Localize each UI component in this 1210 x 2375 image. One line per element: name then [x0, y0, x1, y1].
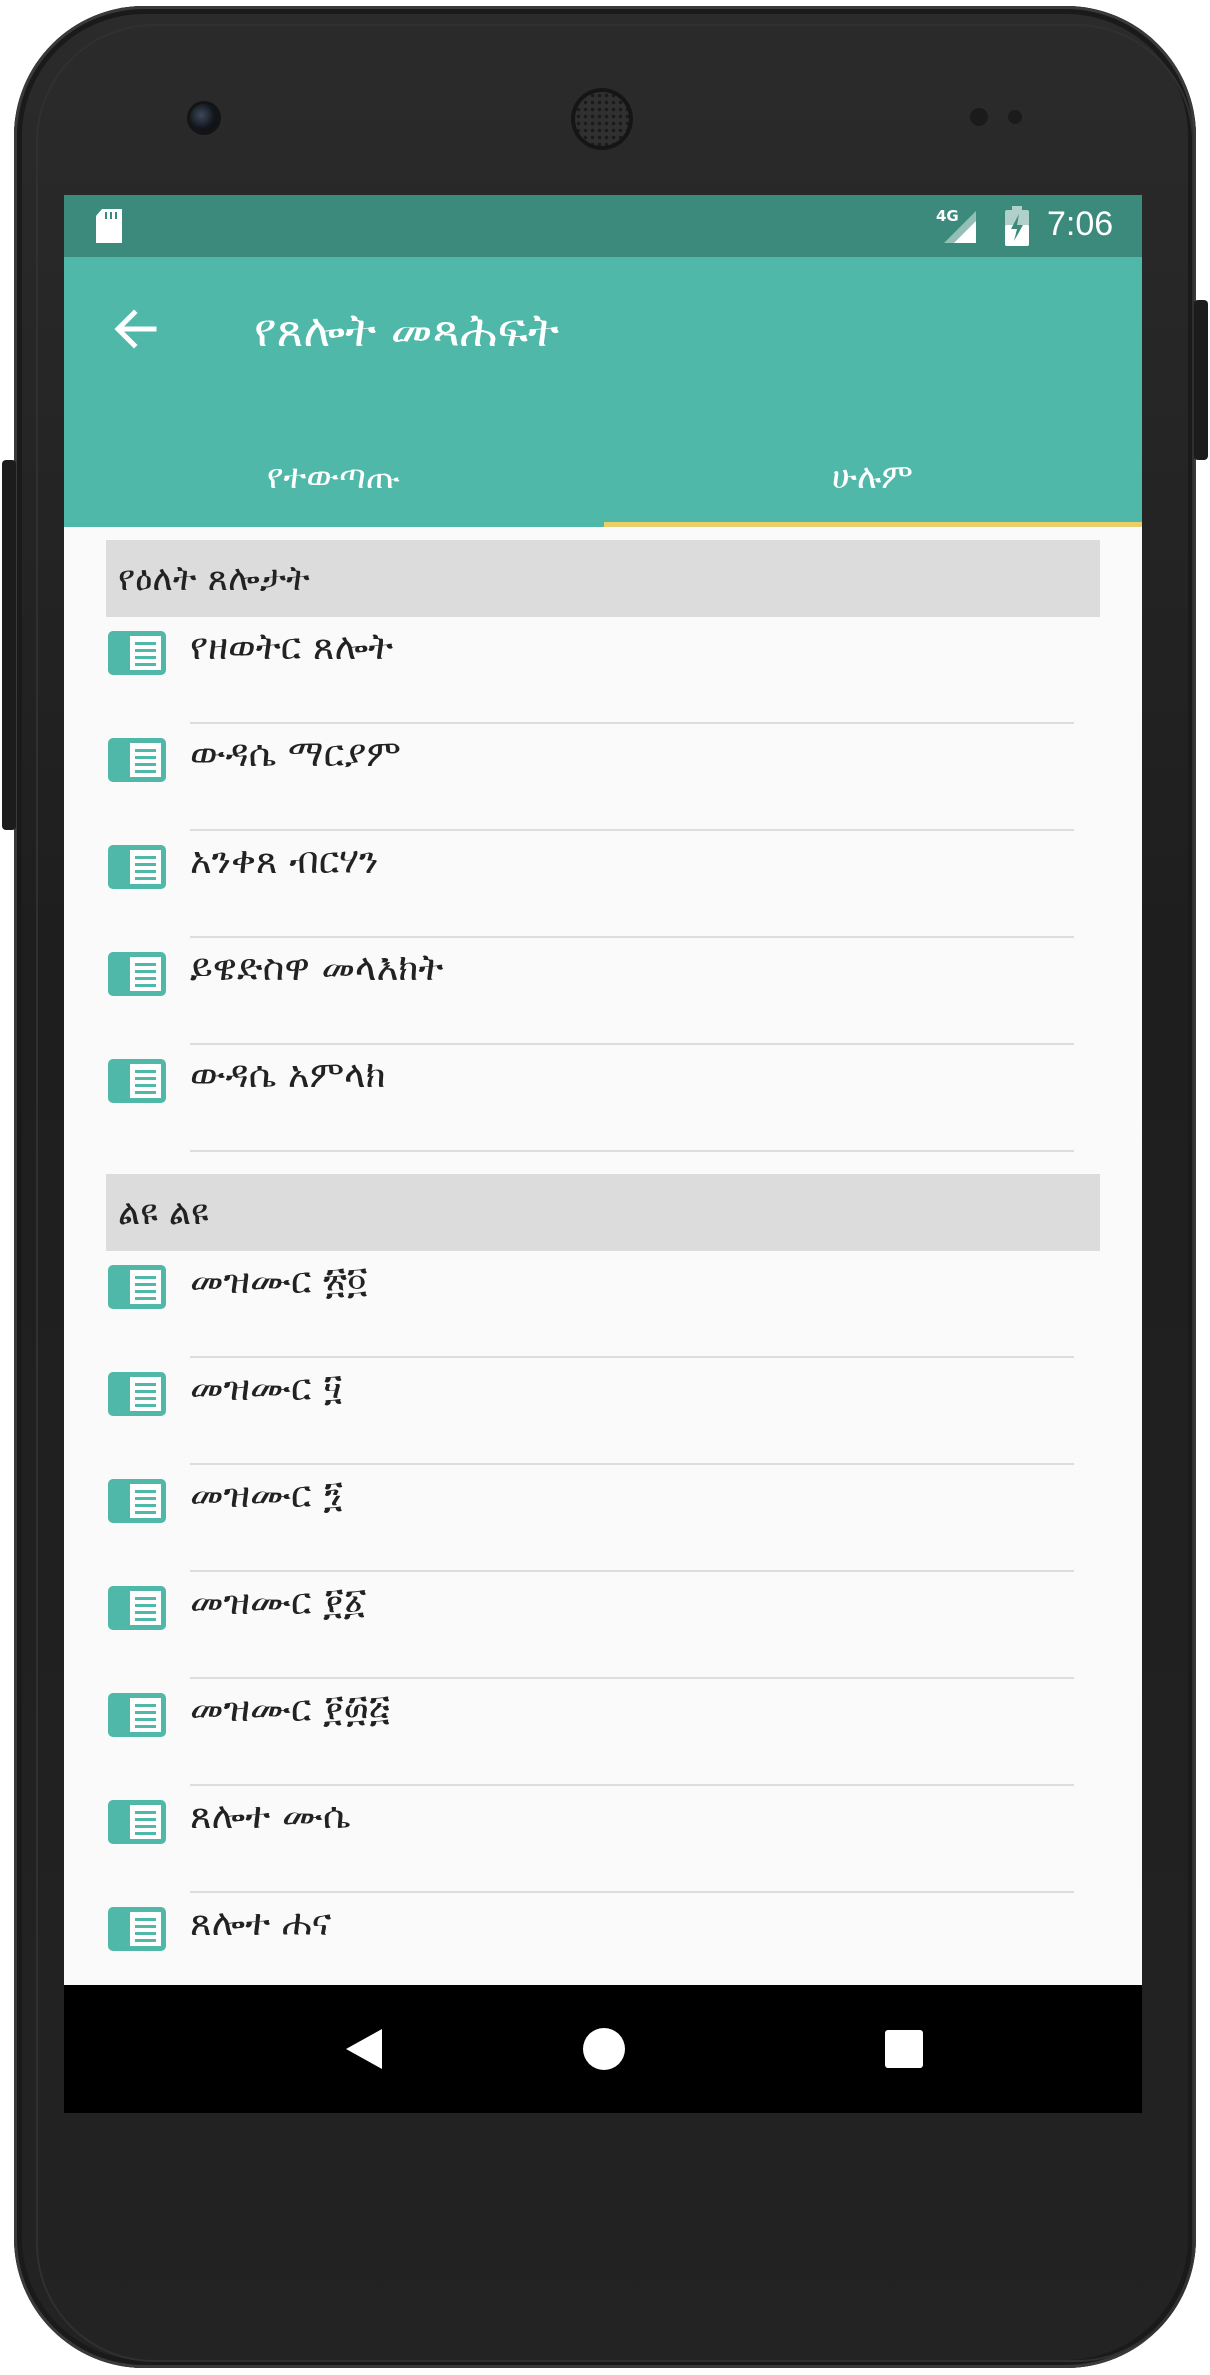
nav-recents-icon[interactable]: [834, 1985, 974, 2113]
list-item[interactable]: ጸሎተ ሙሴ: [64, 1786, 1142, 1893]
section-header-label: ልዩ ልዩ: [118, 1192, 209, 1233]
list-item[interactable]: መዝሙር ፻፩: [64, 1572, 1142, 1679]
list-item-label: መዝሙር ፻፴፭: [190, 1687, 390, 1730]
page-title: የጸሎት መጻሕፍት: [254, 303, 560, 357]
screen: 4G 7:06 የጸሎት መጻሕፍት የተውጣጡ ሁሉም የዕለት ጸሎታት የ…: [64, 195, 1142, 2113]
tab-label: ሁሉም: [831, 457, 914, 497]
tab-selected-collection[interactable]: የተውጣጡ: [64, 427, 603, 527]
book-icon: [108, 1693, 166, 1737]
list-item[interactable]: መዝሙር ፻፴፭: [64, 1679, 1142, 1786]
light-sensor: [1008, 110, 1022, 124]
book-icon: [108, 1265, 166, 1309]
list-item-label: ጸሎተ ሙሴ: [190, 1794, 351, 1837]
list-item[interactable]: ጸሎተ ሐና: [64, 1893, 1142, 2000]
book-icon: [108, 1372, 166, 1416]
list-item-label: ይዌድስዋ መላእክት: [190, 946, 444, 989]
divider: [190, 1150, 1074, 1152]
nav-back-icon[interactable]: [294, 1985, 434, 2113]
prayer-book-list: የዕለት ጸሎታት የዘወትር ጸሎት ውዳሴ ማርያም አንቀጸ ብርሃን ይ…: [64, 540, 1142, 2000]
clock: 7:06: [1047, 205, 1114, 243]
back-arrow-icon[interactable]: [104, 297, 168, 361]
list-item-label: መዝሙር ፻፩: [190, 1580, 367, 1623]
book-icon: [108, 1907, 166, 1951]
book-icon: [108, 952, 166, 996]
list-item-label: ውዳሴ አምላክ: [190, 1053, 386, 1096]
list-item[interactable]: አንቀጸ ብርሃን: [64, 831, 1142, 938]
list-item-label: መዝሙር ፶: [190, 1366, 343, 1409]
list-item[interactable]: ውዳሴ ማርያም: [64, 724, 1142, 831]
list-item[interactable]: የዘወትር ጸሎት: [64, 617, 1142, 724]
list-item[interactable]: መዝሙር ፳፬: [64, 1251, 1142, 1358]
tab-bar: የተውጣጡ ሁሉም: [64, 427, 1142, 527]
book-icon: [108, 1059, 166, 1103]
section-header-miscellaneous: ልዩ ልዩ: [106, 1174, 1100, 1251]
section-header-label: የዕለት ጸሎታት: [118, 558, 310, 599]
list-item[interactable]: መዝሙር ፺: [64, 1465, 1142, 1572]
list-item-label: ጸሎተ ሐና: [190, 1901, 332, 1944]
list-item-label: ውዳሴ ማርያም: [190, 732, 401, 775]
tab-label: የተውጣጡ: [266, 457, 401, 497]
book-icon: [108, 1479, 166, 1523]
tab-indicator: [604, 522, 1142, 527]
list-item[interactable]: ይዌድስዋ መላእክት: [64, 938, 1142, 1045]
network-type-label: 4G: [936, 207, 959, 225]
book-icon: [108, 845, 166, 889]
list-item-label: መዝሙር ፳፬: [190, 1259, 368, 1302]
sd-card-icon: [96, 209, 122, 243]
book-icon: [108, 1586, 166, 1630]
list-item[interactable]: ውዳሴ አምላክ: [64, 1045, 1142, 1152]
status-bar: 4G 7:06: [64, 195, 1142, 257]
system-nav-bar: [64, 1985, 1142, 2113]
proximity-sensor: [970, 108, 988, 126]
book-icon: [108, 738, 166, 782]
battery-charging-icon: [1005, 206, 1029, 246]
volume-button: [2, 460, 16, 830]
list-item-label: መዝሙር ፺: [190, 1473, 343, 1516]
nav-home-icon[interactable]: [534, 1985, 674, 2113]
book-icon: [108, 631, 166, 675]
power-button: [1194, 300, 1208, 460]
earpiece-speaker: [575, 92, 629, 146]
list-item-label: የዘወትር ጸሎት: [190, 625, 394, 668]
front-camera: [190, 104, 218, 132]
app-bar: የጸሎት መጻሕፍት የተውጣጡ ሁሉም: [64, 257, 1142, 527]
list-item[interactable]: መዝሙር ፶: [64, 1358, 1142, 1465]
tab-all[interactable]: ሁሉም: [603, 427, 1142, 527]
book-icon: [108, 1800, 166, 1844]
list-item-label: አንቀጸ ብርሃን: [190, 839, 379, 882]
section-header-daily-prayers: የዕለት ጸሎታት: [106, 540, 1100, 617]
